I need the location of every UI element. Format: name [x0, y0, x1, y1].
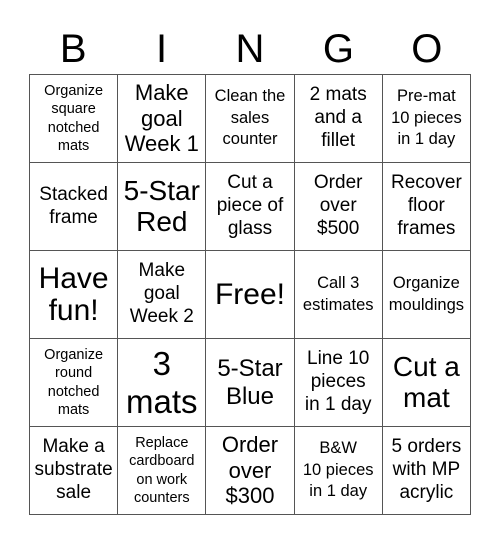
cell-text: 5 orders with MP acrylic — [391, 436, 462, 503]
cell-text: Order over $500 — [313, 172, 363, 239]
cell-text: Make goal Week 1 — [124, 79, 199, 157]
bingo-cell[interactable]: 5-Star Red — [118, 163, 207, 251]
cell-text: Organize round notched mats — [44, 347, 104, 418]
bingo-cell[interactable]: Organize round notched mats — [30, 339, 119, 427]
bingo-cell[interactable]: 5 orders with MP acrylic — [382, 427, 471, 515]
bingo-cell[interactable]: Have fun! — [30, 251, 119, 339]
cell-text: Cut a mat — [392, 350, 460, 413]
cell-text: Organize mouldings — [388, 274, 464, 314]
bingo-cell[interactable]: Organize square notched mats — [30, 75, 119, 163]
bingo-cell[interactable]: Line 10 pieces in 1 day — [294, 339, 383, 427]
cell-text: Free! — [214, 277, 285, 311]
bingo-cell[interactable]: Make goal Week 2 — [118, 251, 207, 339]
header-letter-g: G — [322, 27, 354, 71]
bingo-cell[interactable]: Cut a piece of glass — [206, 163, 295, 251]
cell-text: Have fun! — [38, 262, 109, 327]
bingo-grid: Organize square notched mats Make goal W… — [29, 74, 471, 515]
header-letter-n: N — [235, 27, 265, 71]
cell-text: Order over $300 — [221, 431, 279, 509]
cell-text: Line 10 pieces in 1 day — [304, 348, 372, 415]
bingo-cell[interactable]: B&W 10 pieces in 1 day — [294, 427, 383, 515]
cell-text: Organize square notched mats — [44, 83, 104, 154]
cell-text: B&W 10 pieces in 1 day — [302, 439, 374, 501]
cell-text: Stacked frame — [39, 183, 108, 228]
bingo-cell[interactable]: 3 mats — [118, 339, 207, 427]
cell-text: Replace cardboard on work counters — [129, 435, 195, 506]
bingo-cell[interactable]: 5-Star Blue — [206, 339, 295, 427]
free-space-cell[interactable]: Free! — [206, 251, 295, 339]
cell-text: 5-Star Blue — [217, 354, 283, 410]
bingo-cell[interactable]: Replace cardboard on work counters — [118, 427, 207, 515]
bingo-cell[interactable]: Clean the sales counter — [206, 75, 295, 163]
bingo-cell[interactable]: Cut a mat — [382, 339, 471, 427]
bingo-cell[interactable]: Make goal Week 1 — [118, 75, 207, 163]
bingo-cell[interactable]: Make a substrate sale — [30, 427, 119, 515]
cell-text: Cut a piece of glass — [216, 172, 284, 239]
cell-text: 2 mats and a fillet — [309, 84, 367, 151]
header-letter-o: O — [411, 27, 443, 71]
cell-text: Recover floor frames — [391, 172, 462, 239]
bingo-cell[interactable]: Order over $300 — [206, 427, 295, 515]
header-letter-i: I — [156, 27, 168, 71]
cell-text: Clean the sales counter — [214, 87, 286, 149]
cell-text: 5-Star Red — [123, 174, 200, 237]
cell-text: Pre-mat 10 pieces in 1 day — [391, 87, 462, 149]
bingo-cell[interactable]: Organize mouldings — [382, 251, 471, 339]
bingo-cell[interactable]: Recover floor frames — [382, 163, 471, 251]
cell-text: Make a substrate sale — [34, 436, 113, 503]
cell-text: Call 3 estimates — [302, 274, 374, 314]
bingo-cell[interactable]: Call 3 estimates — [294, 251, 383, 339]
bingo-cell[interactable]: Order over $500 — [294, 163, 383, 251]
cell-text: 3 mats — [126, 344, 198, 420]
cell-text: Make goal Week 2 — [129, 260, 194, 327]
bingo-cell[interactable]: Stacked frame — [30, 163, 119, 251]
header-letter-b: B — [59, 27, 87, 71]
bingo-cell[interactable]: 2 mats and a fillet — [294, 75, 383, 163]
bingo-cell[interactable]: Pre-mat 10 pieces in 1 day — [382, 75, 471, 163]
bingo-header: B I N G O — [29, 24, 471, 74]
